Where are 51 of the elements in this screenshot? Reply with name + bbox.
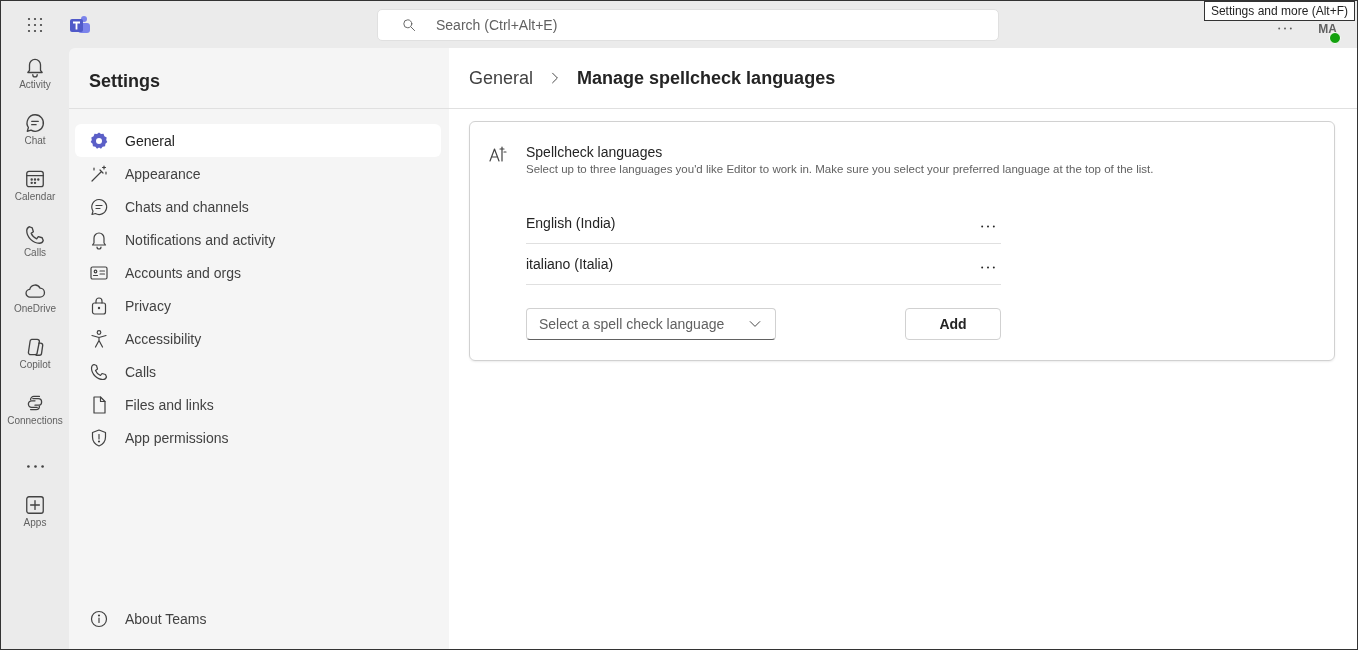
tooltip: Settings and more (Alt+F): [1203, 1, 1355, 21]
bell-icon: [89, 229, 109, 250]
rail-item[interactable]: Calendar: [3, 166, 67, 222]
shield-icon: [89, 427, 109, 448]
rail-item[interactable]: Copilot: [3, 334, 67, 390]
more-icon[interactable]: [1278, 27, 1293, 30]
card-description: Select up to three languages you'd like Editor to work in. Make sure you select your preferred language at the top of the list.: [526, 163, 1154, 175]
settings-nav-item[interactable]: App permissions: [75, 421, 441, 454]
rail-item[interactable]: Apps: [3, 492, 67, 548]
settings-nav-item[interactable]: Accounts and orgs: [75, 256, 441, 289]
settings-nav-item[interactable]: Calls: [75, 355, 441, 388]
logo-icon[interactable]: [69, 14, 91, 35]
settings-nav-item[interactable]: Accessibility: [75, 322, 441, 355]
rail-item[interactable]: Chat: [3, 110, 67, 166]
magic-wand-icon: [89, 163, 109, 184]
phone-icon: [24, 224, 46, 246]
chat-icon: [89, 196, 109, 217]
settings-nav-item[interactable]: General: [75, 124, 441, 157]
card-title: Spellcheck languages: [526, 144, 664, 160]
search-icon: [401, 16, 417, 33]
language-icon: [488, 144, 508, 164]
lock-icon: [89, 295, 109, 316]
gear-icon: [89, 130, 109, 151]
chat-icon: [24, 112, 46, 134]
rail-item[interactable]: OneDrive: [3, 278, 67, 334]
page-title: Manage spellcheck languages: [577, 67, 836, 89]
rail-item[interactable]: Activity: [3, 54, 67, 110]
calendar-icon: [24, 168, 46, 190]
more-icon: [981, 266, 995, 269]
search-field[interactable]: Search (Ctrl+Alt+E): [377, 8, 999, 41]
bell-icon: [24, 56, 46, 78]
breadcrumb-link[interactable]: General: [469, 67, 534, 89]
settings-nav-item[interactable]: Files and links: [75, 388, 441, 421]
info-icon: [89, 608, 109, 629]
language-name: English (India): [526, 215, 616, 231]
more-icon: [981, 225, 995, 228]
settings-nav-item[interactable]: About Teams: [75, 602, 221, 635]
language-dropdown[interactable]: Select a spell check language: [526, 308, 776, 340]
plus-square-icon: [24, 494, 46, 516]
language-name: italiano (Italia): [526, 256, 614, 272]
rail-item[interactable]: Connections: [3, 390, 67, 446]
rail-item[interactable]: Calls: [3, 222, 67, 278]
settings-nav-item[interactable]: Appearance: [75, 157, 441, 190]
add-button[interactable]: Add: [905, 308, 1001, 340]
settings-nav-item[interactable]: Chats and channels: [75, 190, 441, 223]
settings-nav-item[interactable]: Notifications and activity: [75, 223, 441, 256]
accessibility-icon: [89, 328, 109, 349]
settings-nav-item[interactable]: Privacy: [75, 289, 441, 322]
phone-icon: [89, 361, 109, 382]
avatar-initials[interactable]: MA: [1318, 21, 1337, 36]
more-apps-icon[interactable]: [26, 465, 44, 468]
